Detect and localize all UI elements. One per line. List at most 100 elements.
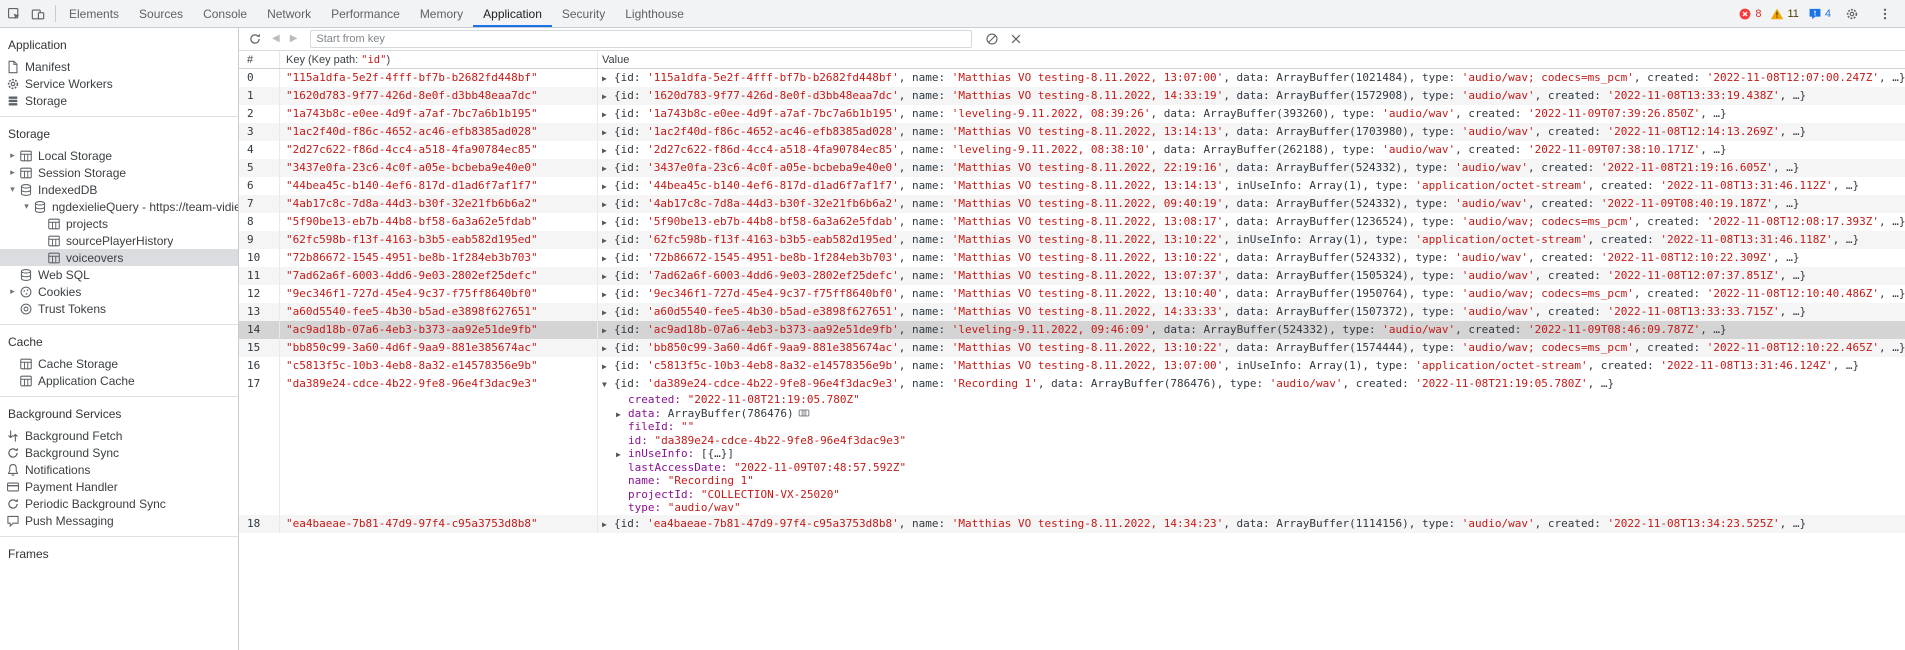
grid-row-2[interactable]: 2"1a743b8c-e0ee-4d9f-a7af-7bc7a6b1b195"▶…	[239, 105, 1905, 123]
column-header-value[interactable]: Value	[598, 51, 1905, 68]
grid-row-16[interactable]: 16"c5813f5c-10b3-4eb8-8a32-e14578356e9b"…	[239, 357, 1905, 375]
grid-row-0[interactable]: 0"115a1dfa-5e2f-4fff-bf7b-b2682fd448bf"▶…	[239, 69, 1905, 87]
sidebar-item-projects[interactable]: projects	[0, 215, 238, 232]
tab-lighthouse[interactable]: Lighthouse	[615, 0, 694, 27]
grid-row-5[interactable]: 5"3437e0fa-23c6-4c0f-a05e-bcbeba9e40e0"▶…	[239, 159, 1905, 177]
tab-performance[interactable]: Performance	[321, 0, 410, 27]
chevron-down-icon[interactable]: ▾	[20, 201, 33, 212]
expand-arrow-icon[interactable]: ▶	[602, 516, 614, 533]
object-property-row[interactable]: ▶inUseInfo: [{…}]	[602, 447, 1905, 461]
sidebar-item-trust-tokens[interactable]: Trust Tokens	[0, 300, 238, 317]
grid-row-17[interactable]: 17"da389e24-cdce-4b22-9fe8-96e4f3dac9e3"…	[239, 375, 1905, 515]
expand-arrow-icon[interactable]: ▶	[602, 358, 614, 375]
expand-arrow-icon[interactable]: ▶	[602, 304, 614, 321]
sidebar-item-session-storage[interactable]: ▸Session Storage	[0, 164, 238, 181]
tab-memory[interactable]: Memory	[410, 0, 473, 27]
sidebar-item-sourceplayerhistory[interactable]: sourcePlayerHistory	[0, 232, 238, 249]
column-header-key[interactable]: Key (Key path: "id" )	[280, 51, 598, 68]
expand-arrow-icon[interactable]: ▶	[602, 214, 614, 231]
clear-object-store-button[interactable]	[981, 31, 1003, 47]
grid-row-10[interactable]: 10"72b86672-1545-4951-be8b-1f284eb3b703"…	[239, 249, 1905, 267]
expand-arrow-icon[interactable]: ▶	[602, 106, 614, 123]
warning-badge[interactable]: 11	[1770, 7, 1798, 21]
object-property-row[interactable]: lastAccessDate: "2022-11-09T07:48:57.592…	[602, 461, 1905, 475]
issues-badge[interactable]: 4	[1808, 7, 1831, 21]
column-header-index[interactable]: #	[239, 51, 280, 68]
grid-row-12[interactable]: 12"9ec346f1-727d-45e4-9c37-f75ff8640bf0"…	[239, 285, 1905, 303]
object-property-row[interactable]: projectId: "COLLECTION-VX-25020"	[602, 488, 1905, 502]
device-toolbar-button[interactable]	[26, 5, 50, 23]
grid-row-14[interactable]: 14"ac9ad18b-07a6-4eb3-b373-aa92e51de9fb"…	[239, 321, 1905, 339]
tab-sources[interactable]: Sources	[129, 0, 193, 27]
object-property-row[interactable]: fileId: ""	[602, 420, 1905, 434]
grid-row-15[interactable]: 15"bb850c99-3a60-4d6f-9aa9-881e385674ac"…	[239, 339, 1905, 357]
grid-row-1[interactable]: 1"1620d783-9f77-426d-8e0f-d3bb48eaa7dc"▶…	[239, 87, 1905, 105]
expand-arrow-icon[interactable]: ▶	[602, 196, 614, 213]
chevron-down-icon[interactable]: ▾	[6, 184, 19, 195]
object-property-row[interactable]: type: "audio/wav"	[602, 501, 1905, 515]
chevron-right-icon[interactable]: ▸	[6, 286, 19, 297]
object-property-row[interactable]: created: "2022-11-08T21:19:05.780Z"	[602, 393, 1905, 407]
expand-arrow-icon[interactable]: ▶	[602, 88, 614, 105]
grid-row-8[interactable]: 8"5f90be13-eb7b-44b8-bf58-6a3a62e5fdab"▶…	[239, 213, 1905, 231]
tab-network[interactable]: Network	[257, 0, 321, 27]
sidebar-item-ngdexieliequery-https-team-vidieditor-vi[interactable]: ▾ngdexielieQuery - https://team-vidiedit…	[0, 198, 238, 215]
grid-row-11[interactable]: 11"7ad62a6f-6003-4dd6-9e03-2802ef25defc"…	[239, 267, 1905, 285]
sidebar-item-voiceovers[interactable]: voiceovers	[0, 249, 238, 266]
sidebar-item-cookies[interactable]: ▸Cookies	[0, 283, 238, 300]
start-from-key-input[interactable]	[310, 30, 972, 48]
tab-console[interactable]: Console	[193, 0, 257, 27]
grid-row-3[interactable]: 3"1ac2f40d-f86c-4652-ac46-efb8385ad028"▶…	[239, 123, 1905, 141]
sidebar-item-local-storage[interactable]: ▸Local Storage	[0, 147, 238, 164]
refresh-button[interactable]	[244, 31, 266, 47]
object-property-row[interactable]: ▶data: ArrayBuffer(786476)	[602, 407, 1905, 421]
chevron-right-icon[interactable]: ▸	[6, 167, 19, 178]
grid-row-7[interactable]: 7"4ab17c8c-7d8a-44d3-b30f-32e21fb6b6a2"▶…	[239, 195, 1905, 213]
more-options-button[interactable]	[1873, 5, 1897, 23]
sidebar-item-push-messaging[interactable]: Push Messaging	[0, 512, 238, 529]
sidebar-item-notifications[interactable]: Notifications	[0, 461, 238, 478]
inspect-element-button[interactable]	[2, 5, 26, 23]
grid-row-13[interactable]: 13"a60d5540-fee5-4b30-b5ad-e3898f627651"…	[239, 303, 1905, 321]
sidebar-item-indexeddb[interactable]: ▾IndexedDB	[0, 181, 238, 198]
expand-arrow-icon[interactable]: ▶	[616, 448, 628, 461]
sidebar-item-service-workers[interactable]: Service Workers	[0, 75, 238, 92]
sidebar-item-manifest[interactable]: Manifest	[0, 58, 238, 75]
sidebar-item-cache-storage[interactable]: Cache Storage	[0, 355, 238, 372]
expand-arrow-icon[interactable]: ▶	[602, 124, 614, 141]
page-back-button[interactable]: ◀	[268, 33, 284, 45]
expand-arrow-icon[interactable]: ▶	[602, 268, 614, 285]
sidebar-item-application-cache[interactable]: Application Cache	[0, 372, 238, 389]
grid-row-4[interactable]: 4"2d27c622-f86d-4cc4-a518-4fa90784ec85"▶…	[239, 141, 1905, 159]
expand-arrow-icon[interactable]: ▶	[602, 322, 614, 339]
grid-row-18[interactable]: 18"ea4baeae-7b81-47d9-97f4-c95a3753d8b8"…	[239, 515, 1905, 533]
settings-button[interactable]	[1840, 5, 1864, 23]
expand-arrow-icon[interactable]: ▶	[602, 70, 614, 87]
sidebar-item-background-sync[interactable]: Background Sync	[0, 444, 238, 461]
sidebar-item-background-fetch[interactable]: Background Fetch	[0, 427, 238, 444]
object-property-row[interactable]: name: "Recording 1"	[602, 474, 1905, 488]
grid-row-6[interactable]: 6"44bea45c-b140-4ef6-817d-d1ad6f7af1f7"▶…	[239, 177, 1905, 195]
tab-elements[interactable]: Elements	[59, 0, 129, 27]
expand-arrow-icon[interactable]: ▶	[602, 286, 614, 303]
page-forward-button[interactable]: ▶	[286, 33, 302, 45]
object-property-row[interactable]: id: "da389e24-cdce-4b22-9fe8-96e4f3dac9e…	[602, 434, 1905, 448]
sidebar-item-web-sql[interactable]: Web SQL	[0, 266, 238, 283]
expand-arrow-icon[interactable]: ▶	[602, 340, 614, 357]
tab-application[interactable]: Application	[473, 0, 552, 27]
expand-arrow-icon[interactable]: ▶	[602, 232, 614, 249]
expand-arrow-icon[interactable]: ▶	[616, 408, 628, 421]
chevron-right-icon[interactable]: ▸	[6, 150, 19, 161]
sidebar-item-storage[interactable]: Storage	[0, 92, 238, 109]
sidebar-item-periodic-background-sync[interactable]: Periodic Background Sync	[0, 495, 238, 512]
expand-arrow-icon[interactable]: ▶	[602, 250, 614, 267]
collapse-arrow-icon[interactable]: ▼	[602, 376, 614, 393]
expand-arrow-icon[interactable]: ▶	[602, 160, 614, 177]
grid-row-9[interactable]: 9"62fc598b-f13f-4163-b3b5-eab582d195ed"▶…	[239, 231, 1905, 249]
tab-security[interactable]: Security	[552, 0, 615, 27]
error-badge[interactable]: 8	[1738, 7, 1761, 21]
expand-arrow-icon[interactable]: ▶	[602, 178, 614, 195]
delete-selected-button[interactable]	[1005, 31, 1027, 47]
expand-arrow-icon[interactable]: ▶	[602, 142, 614, 159]
sidebar-item-payment-handler[interactable]: Payment Handler	[0, 478, 238, 495]
